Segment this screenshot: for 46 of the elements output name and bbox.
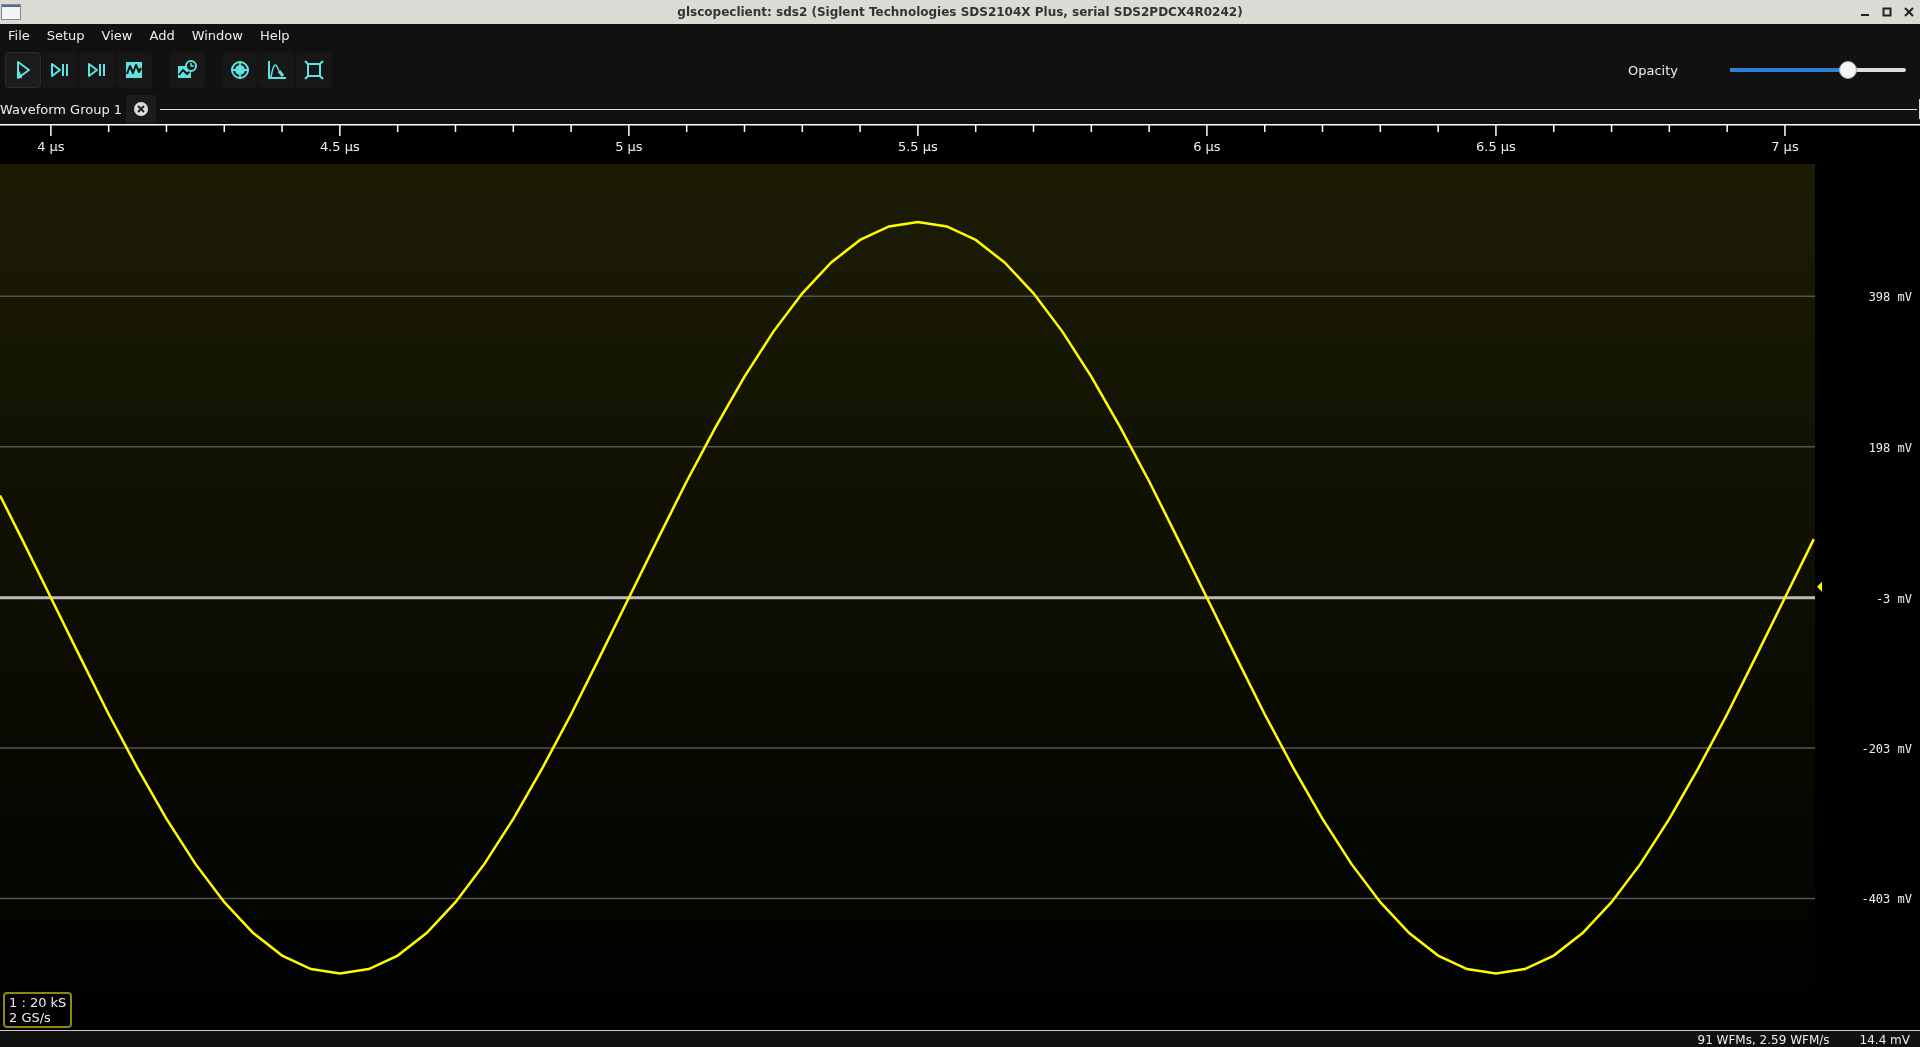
- status-text: 14.4 mV: [1859, 1032, 1910, 1047]
- curve-icon: [266, 59, 288, 81]
- trigger-marker-icon[interactable]: [1817, 581, 1822, 592]
- time-axis-label: 4 µs: [37, 139, 65, 154]
- time-axis-label: 7 µs: [1771, 139, 1799, 154]
- sample-info-text: 2 GS/s: [9, 1010, 52, 1025]
- gear-icon: [229, 59, 251, 81]
- history-button[interactable]: [169, 52, 205, 88]
- menu-item[interactable]: Setup: [46, 27, 94, 43]
- tab-close-button[interactable]: [126, 95, 157, 123]
- waveform-icon: [123, 59, 145, 81]
- time-axis-label: 5.5 µs: [897, 139, 938, 154]
- sample-info-text: 1 : 20 kS: [9, 995, 67, 1010]
- time-axis-label: 5 µs: [615, 139, 643, 154]
- opacity-slider[interactable]: [1730, 61, 1906, 79]
- status-text: 91 WFMs, 2.59 WFM/s: [1697, 1032, 1830, 1047]
- fullscreen-icon: [303, 59, 325, 81]
- close-icon: [133, 101, 150, 117]
- slider-thumb[interactable]: [1838, 61, 1857, 79]
- maximize-icon[interactable]: [1882, 7, 1892, 17]
- plot-button[interactable]: [259, 52, 295, 88]
- force-trigger-button[interactable]: [79, 52, 115, 88]
- time-axis-label: 6.5 µs: [1476, 139, 1516, 154]
- menu-item[interactable]: Window: [191, 27, 252, 43]
- waveform-button[interactable]: [116, 52, 152, 88]
- voltage-axis-label: 398 mV: [1868, 290, 1912, 305]
- window-title: glscopeclient: sds2 (Siglent Technologies SDS2104X Plus, serial SDS2PDCX4R0242): [677, 5, 1243, 19]
- fullscreen-button[interactable]: [296, 52, 332, 88]
- time-axis-label: 6 µs: [1193, 139, 1221, 154]
- start-button[interactable]: [5, 52, 41, 88]
- voltage-axis-label: -203 mV: [1861, 742, 1912, 757]
- voltage-axis-label: -3 mV: [1875, 591, 1912, 606]
- refresh-button[interactable]: [222, 52, 258, 88]
- clock-waveform-icon: [176, 59, 198, 81]
- menu-item[interactable]: Help: [259, 27, 299, 43]
- window-icon: [1, 4, 21, 20]
- voltage-axis-label: -403 mV: [1861, 892, 1912, 907]
- close-icon[interactable]: [1904, 7, 1914, 17]
- opacity-label: Opacity: [1628, 62, 1678, 78]
- menu-item[interactable]: File: [8, 27, 39, 43]
- menu-item[interactable]: Add: [149, 27, 184, 43]
- voltage-axis-label: 198 mV: [1868, 440, 1912, 455]
- time-axis-label: 4.5 µs: [319, 139, 360, 154]
- single-trigger-button[interactable]: [42, 52, 78, 88]
- tab[interactable]: Waveform Group 1: [0, 101, 123, 117]
- menu-item[interactable]: View: [101, 27, 142, 43]
